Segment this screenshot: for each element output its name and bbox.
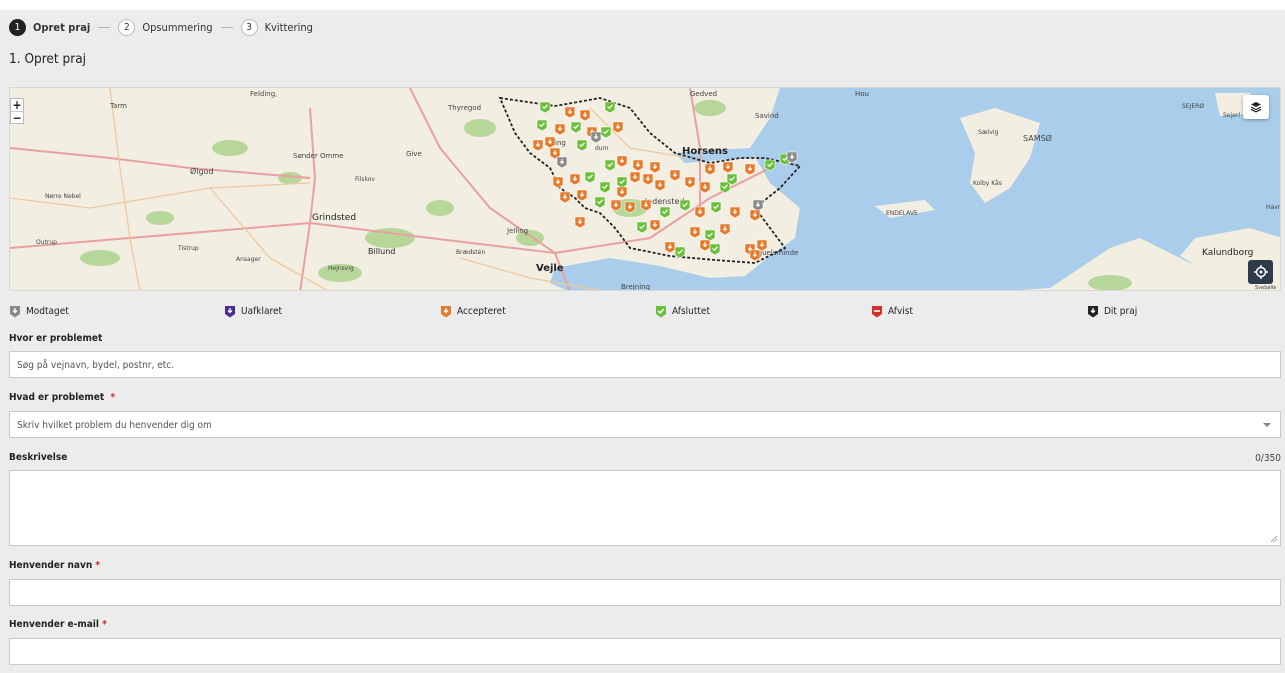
map-place: Tarm [109,102,127,110]
map-place: Billund [368,247,395,256]
legend-item-accepted: Accepteret [440,304,506,318]
step-2-number[interactable]: 2 [118,18,136,36]
layers-button[interactable] [1243,95,1269,119]
map-place: Ansager [236,256,261,263]
step-3-number[interactable]: 3 [240,18,258,36]
map-place: Horsens [682,146,728,157]
map-canvas[interactable]: Feldingˌ Tarm Thyregod Gedved Hou SEJERØ… [10,88,1281,291]
map-place: ing [555,139,566,147]
map-place: Jelling [506,227,528,235]
zoom-out-button[interactable]: − [11,111,23,124]
legend-label: Modtaget [26,305,69,317]
email-field[interactable] [9,638,1281,665]
description-label: Beskrivelse [9,452,68,463]
map-place: Thyregod [447,104,481,112]
map-place: Juelsminde [759,249,798,257]
legend-label: Uafklaret [241,305,283,317]
map-place: Grindsted [312,213,356,223]
step-divider [220,26,233,28]
name-label: Henvender navn * [9,560,100,571]
map-place: ENDELAVE [886,210,918,217]
email-label: Henvender e-mail * [9,619,107,630]
map-place: Brejning [621,283,650,291]
map-place: Hejnsvig [328,265,354,272]
where-label: Hvor er problemet [9,333,103,344]
name-label-text: Henvender navn [9,560,93,571]
map-place: Havr [1266,204,1281,211]
what-label: Hvad er problemet * [9,392,115,403]
map-place: Sejerl [1223,112,1240,119]
problem-type-placeholder: Skriv hvilket problem du henvender dig o… [17,420,212,431]
resize-handle-icon[interactable] [1271,536,1277,542]
pin-done-icon [656,305,666,317]
required-asterisk: * [102,619,107,630]
legend-item-rejected: Afvist [871,304,913,318]
legend-label: Afvist [888,305,913,317]
legend-label: Accepteret [457,305,506,317]
step-1-number[interactable]: 1 [9,18,26,36]
legend-item-done: Afsluttet [655,304,710,318]
description-char-counter: 0/350 [1255,453,1281,464]
map-place: SAMSØ [1023,133,1052,143]
map-place: Nørre Nebel [45,193,81,200]
map-place: Gedved [690,90,717,98]
map-place: Outrup [36,239,57,246]
map-place: Sønder Omme [293,152,343,160]
locate-button[interactable] [1248,260,1273,284]
page-title: 1. Opret praj [9,51,87,67]
map-place: Savind [755,112,779,120]
problem-type-select[interactable]: Skriv hvilket problem du henvender dig o… [9,411,1281,438]
description-textarea[interactable] [9,470,1281,546]
map-place: dum [595,145,609,152]
map-place: Ølgod [190,166,214,176]
step-3-label[interactable]: Kvittering [265,21,313,34]
step-1-label[interactable]: Opret praj [33,21,90,34]
map-place: Brædstén [456,249,485,256]
pin-mine-icon [1088,305,1098,317]
map-place: Feldingˌ [250,90,277,98]
legend-item-mine: Dit praj [1087,304,1137,318]
email-label-text: Henvender e-mail [9,619,99,630]
pin-unclear-icon [225,305,235,317]
what-label-text: Hvad er problemet [9,392,105,403]
map-place: Svebølle [1255,285,1276,291]
pin-rejected-icon [872,305,882,317]
required-asterisk: * [95,560,101,571]
layers-icon [1250,102,1262,113]
legend-item-received: Modtaget [9,304,69,318]
map-place: Kolby Kås [973,180,1002,187]
chevron-down-icon[interactable] [1263,423,1271,427]
pin-received-icon [10,305,20,317]
map[interactable]: Feldingˌ Tarm Thyregod Gedved Hou SEJERØ… [9,87,1281,291]
legend-label: Afsluttet [672,305,710,317]
name-field[interactable] [9,579,1281,606]
legend-item-unclear: Uafklaret [224,304,282,318]
stepper: 1 Opret praj 2 Opsummering 3 Kvittering [9,18,313,36]
location-search-input[interactable]: Søg på vejnavn, bydel, postnr, etc. [9,351,1281,378]
map-place: Filskov [355,176,375,183]
required-asterisk: * [110,392,116,403]
map-place: Kalundborg [1202,248,1253,258]
crosshair-icon [1253,265,1268,279]
legend-label: Dit praj [1104,305,1138,317]
step-divider [98,26,111,28]
map-place: Sælvig [978,129,999,136]
step-2-label[interactable]: Opsummering [142,21,212,34]
zoom-control[interactable]: + − [10,98,24,124]
map-place: SEJERØ [1182,103,1204,110]
map-place: Vejle [536,263,564,274]
map-place: Hou [855,90,869,98]
pin-accepted-icon [441,305,451,317]
map-place: Tistrup [177,245,199,252]
map-place: Give [406,150,422,158]
location-search-placeholder: Søg på vejnavn, bydel, postnr, etc. [17,360,175,371]
zoom-in-button[interactable]: + [11,99,23,111]
